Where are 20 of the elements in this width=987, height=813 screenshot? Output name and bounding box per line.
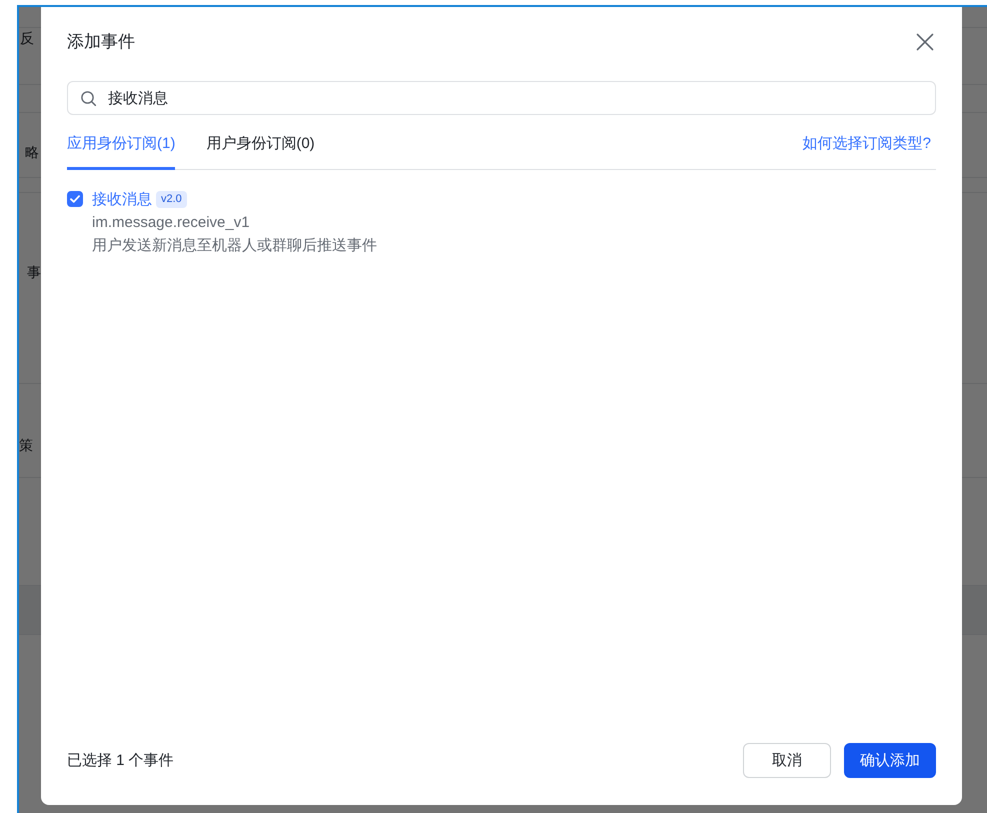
background-text: 事 (27, 263, 41, 282)
search-icon (81, 91, 96, 106)
version-badge: v2.0 (156, 191, 187, 208)
cancel-button[interactable]: 取消 (743, 743, 831, 778)
search-field[interactable]: 接收消息 (67, 81, 936, 115)
tab[interactable]: 用户身份订阅(0) (206, 129, 315, 170)
event-description: 用户发送新消息至机器人或群聊后推送事件 (92, 236, 377, 256)
close-icon[interactable] (916, 33, 934, 51)
check-icon (70, 195, 80, 203)
event-key: im.message.receive_v1 (92, 211, 377, 234)
background-text: 略 (25, 143, 39, 162)
tab[interactable]: 应用身份订阅(1) (67, 129, 176, 170)
background-text: 策 (19, 436, 33, 455)
dialog-title: 添加事件 (67, 31, 135, 53)
help-link[interactable]: 如何选择订阅类型? (802, 133, 931, 155)
checkbox[interactable] (67, 191, 83, 207)
background-text: 反 (20, 29, 34, 48)
event-name[interactable]: 接收消息 (92, 188, 152, 211)
selection-summary: 已选择 1 个事件 (67, 750, 174, 770)
confirm-button[interactable]: 确认添加 (844, 743, 936, 778)
